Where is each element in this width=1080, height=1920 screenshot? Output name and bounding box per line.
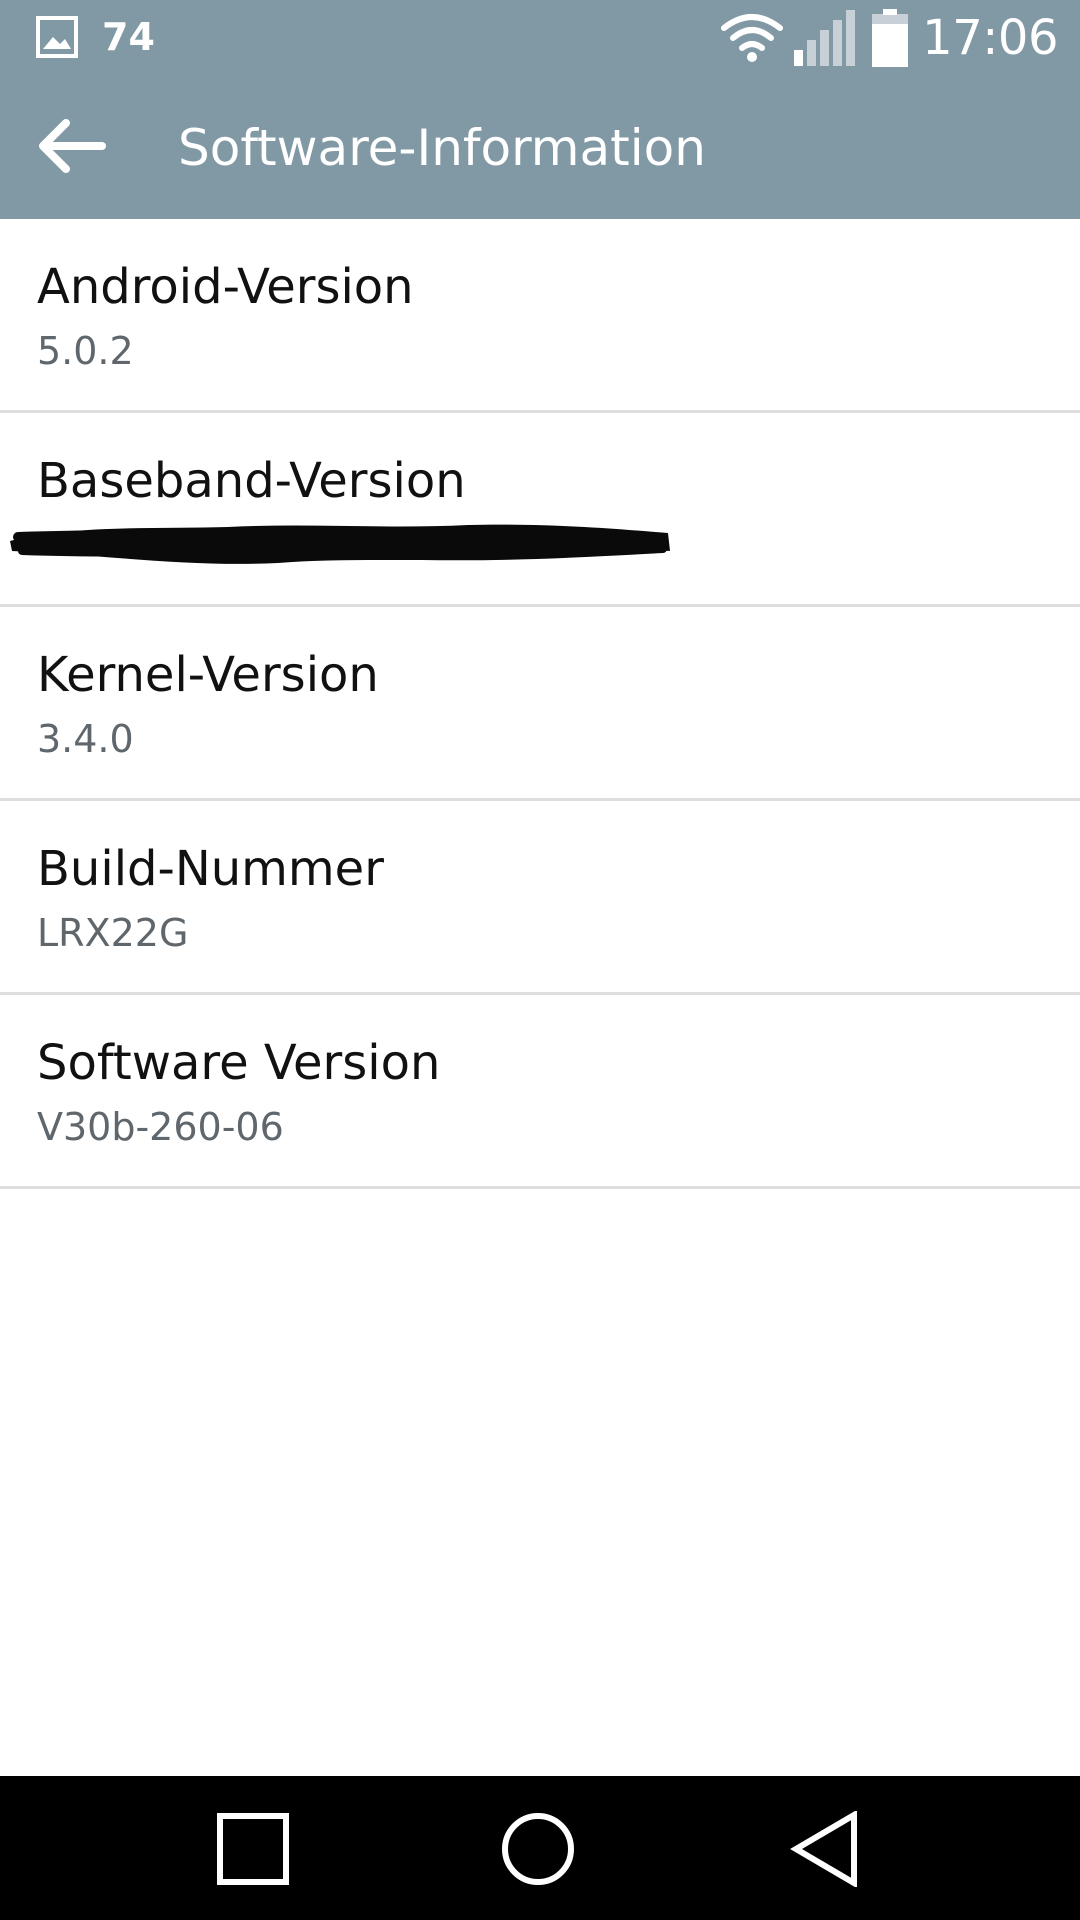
- list-item-android-version[interactable]: Android-Version 5.0.2: [0, 219, 1080, 413]
- home-icon: [500, 1811, 576, 1891]
- item-title: Baseband-Version: [37, 453, 466, 509]
- status-notifications: 74: [36, 14, 155, 60]
- list-item-kernel-version[interactable]: Kernel-Version 3.4.0: [0, 607, 1080, 801]
- battery-icon: [872, 9, 909, 67]
- software-info-list: Android-Version 5.0.2 Baseband-Version K…: [0, 219, 1080, 1189]
- app-bar: Software-Information: [0, 76, 1080, 219]
- redaction-scribble: [8, 507, 670, 571]
- item-value: 3.4.0: [37, 717, 134, 761]
- item-title: Build-Nummer: [37, 841, 384, 897]
- gallery-icon: [36, 16, 78, 58]
- back-nav-button[interactable]: [780, 1806, 870, 1896]
- item-value: 5.0.2: [37, 329, 134, 373]
- list-item-baseband-version[interactable]: Baseband-Version: [0, 413, 1080, 607]
- notification-count: 74: [102, 15, 155, 59]
- recent-apps-button[interactable]: [208, 1806, 298, 1896]
- navigation-bar: [0, 1776, 1080, 1920]
- list-item-build-number[interactable]: Build-Nummer LRX22G: [0, 801, 1080, 995]
- back-button[interactable]: [36, 110, 132, 186]
- item-title: Software Version: [37, 1035, 441, 1091]
- recent-apps-icon: [216, 1812, 290, 1890]
- home-button[interactable]: [493, 1806, 583, 1896]
- arrow-left-icon: [36, 118, 106, 178]
- screen: 74 17:06 Software-Information Android-Ve…: [0, 0, 1080, 1920]
- list-item-software-version[interactable]: Software Version V30b-260-06: [0, 995, 1080, 1189]
- item-title: Android-Version: [37, 259, 414, 315]
- item-value: V30b-260-06: [37, 1105, 284, 1149]
- item-title: Kernel-Version: [37, 647, 379, 703]
- wifi-icon: [720, 12, 784, 64]
- back-triangle-icon: [790, 1809, 860, 1891]
- status-indicators: 17:06: [720, 8, 1058, 68]
- page-title: Software-Information: [178, 119, 706, 177]
- clock: 17:06: [922, 10, 1058, 66]
- item-value: LRX22G: [37, 911, 189, 955]
- status-bar: 74 17:06: [0, 0, 1080, 76]
- signal-icon: [794, 10, 856, 66]
